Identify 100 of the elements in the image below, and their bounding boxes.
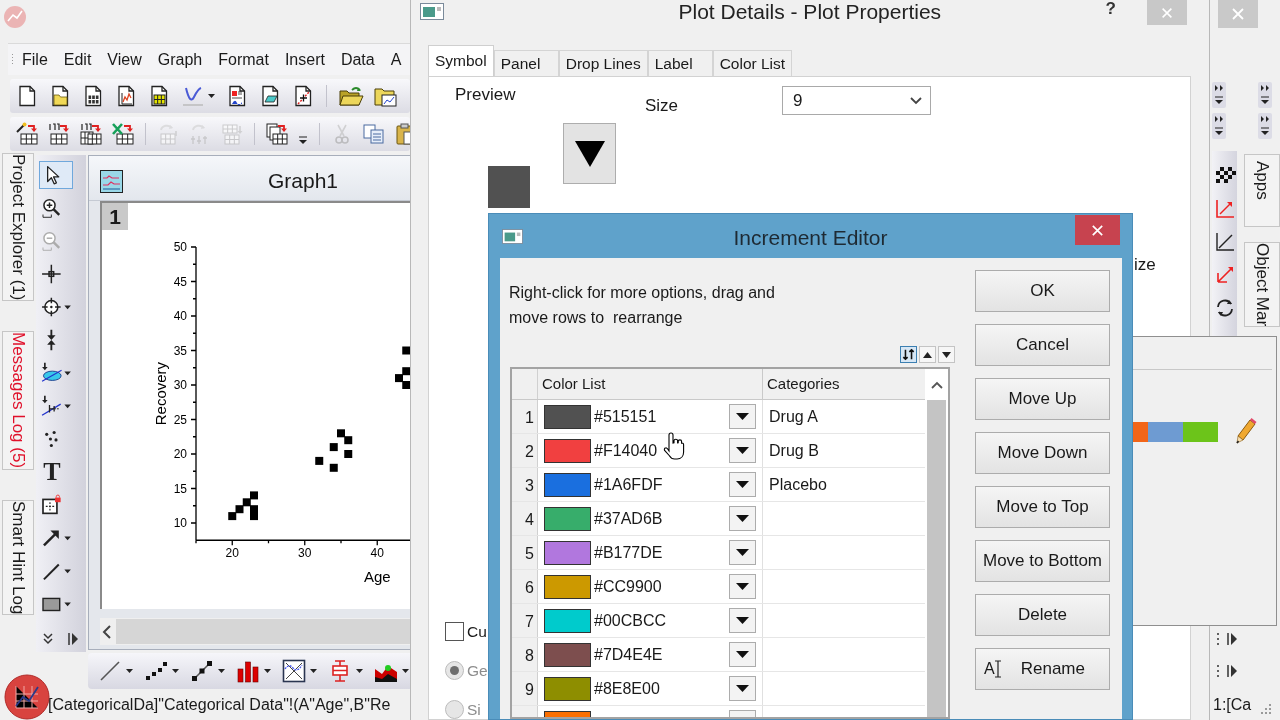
wand-table-icon[interactable] xyxy=(15,122,39,146)
dropdown-button[interactable] xyxy=(729,608,756,633)
dialog-button[interactable]: OK xyxy=(975,270,1110,312)
line-plot-icon[interactable] xyxy=(98,659,134,683)
row-number: 3 xyxy=(525,476,534,496)
dialog-button[interactable]: Move Down xyxy=(975,432,1110,474)
color-code: #515151 xyxy=(594,406,657,427)
dialog-button[interactable]: Move to Bottom xyxy=(975,540,1110,582)
overflow-chevrons-icon[interactable] xyxy=(43,632,53,646)
collapsed-toolbar-icon[interactable] xyxy=(1258,113,1272,139)
scrollbar-thumb[interactable] xyxy=(927,400,946,717)
dialog-button[interactable]: A Rename xyxy=(975,648,1110,690)
dialog-button[interactable]: Delete xyxy=(975,594,1110,636)
dropdown-button[interactable] xyxy=(729,642,756,667)
dropdown-button[interactable] xyxy=(729,574,756,599)
color-swatch-icon[interactable] xyxy=(1148,422,1183,442)
column-chart-icon[interactable] xyxy=(236,659,272,683)
menu-item[interactable]: Graph xyxy=(149,48,211,71)
checkbox[interactable] xyxy=(445,622,464,641)
menu-item[interactable]: A xyxy=(382,48,410,71)
text-tool[interactable]: T xyxy=(39,458,73,486)
category-cell[interactable] xyxy=(763,570,925,603)
tab[interactable]: Drop Lines xyxy=(558,50,648,76)
collapsed-toolbar-icon[interactable] xyxy=(1258,82,1272,108)
window-icon xyxy=(420,3,444,20)
function-curve-icon[interactable] xyxy=(180,84,216,108)
dropdown-button[interactable] xyxy=(729,676,756,701)
instructions-text: Right-click for more options, drag and move rows to rearrange xyxy=(509,283,776,328)
duplicate-table-icon[interactable] xyxy=(265,122,289,146)
axis-tick-label: 20 xyxy=(225,546,239,561)
side-tab[interactable]: Project Explorer (1) xyxy=(2,153,34,302)
chevron-up-icon[interactable] xyxy=(929,380,944,389)
expand-arrow-icon[interactable] xyxy=(67,632,79,646)
category-cell[interactable] xyxy=(763,536,925,569)
dialog-title: Plot Details - Plot Properties xyxy=(677,0,943,24)
dropdown-button[interactable] xyxy=(729,540,756,565)
symbol-button[interactable] xyxy=(563,123,616,184)
dialog-button[interactable]: Cancel xyxy=(975,324,1110,366)
grid-tool-button[interactable] xyxy=(938,346,955,363)
grid-tool-button[interactable] xyxy=(900,346,917,363)
dropdown-button[interactable] xyxy=(729,506,756,531)
side-tab[interactable]: Messages Log (5) xyxy=(2,331,34,470)
axes-arrow-icon[interactable] xyxy=(1213,198,1236,220)
category-cell[interactable] xyxy=(763,638,925,671)
collapsed-toolbar-icon[interactable] xyxy=(1212,82,1226,108)
caret-down-icon xyxy=(736,413,749,420)
window-title: Graph1 xyxy=(266,168,339,194)
tab[interactable]: Label xyxy=(647,50,713,76)
side-tab[interactable]: Object Mar xyxy=(1244,241,1280,327)
side-tab[interactable]: Apps xyxy=(1244,154,1280,227)
scatter-plot-icon[interactable] xyxy=(144,659,180,683)
category-cell[interactable] xyxy=(763,604,925,637)
tab[interactable]: Panel xyxy=(493,50,559,76)
expand-arrow-icon[interactable] xyxy=(1214,630,1238,648)
dialog-button[interactable]: Move to Top xyxy=(975,486,1110,528)
side-tab[interactable]: Smart Hint Log xyxy=(2,499,34,615)
category-cell[interactable]: Drug B xyxy=(763,434,925,467)
category-cell[interactable] xyxy=(763,502,925,535)
pencil-icon[interactable] xyxy=(1235,418,1257,446)
axis-tick-label: 15 xyxy=(173,481,187,496)
import-table-icon[interactable] xyxy=(47,122,71,146)
chevron-left-icon[interactable] xyxy=(102,623,112,640)
menu-item[interactable]: Format xyxy=(210,48,277,71)
category-cell[interactable] xyxy=(763,672,925,705)
menu-item[interactable]: Edit xyxy=(55,48,100,71)
axes-line-icon[interactable] xyxy=(1213,231,1236,253)
color-swatch-icon[interactable] xyxy=(1183,422,1218,442)
dropdown-button[interactable] xyxy=(729,404,756,429)
pointer-icon[interactable] xyxy=(39,161,73,189)
size-dropdown[interactable]: 9 xyxy=(782,86,931,115)
category-cell[interactable]: Placebo xyxy=(763,468,925,501)
dropdown-button[interactable] xyxy=(729,472,756,497)
row-number: 5 xyxy=(525,544,534,564)
category-cell[interactable]: Drug A xyxy=(763,400,925,433)
dropdown-button[interactable] xyxy=(729,438,756,463)
collapsed-toolbar-icon[interactable] xyxy=(1212,113,1226,139)
resize-grip-icon[interactable] xyxy=(1260,703,1272,715)
status-text: [CategoricalDa]"Categorical Data"!(A"Age",B"Re xyxy=(48,695,391,715)
expand-arrow-icon[interactable] xyxy=(1214,662,1238,680)
graph-template-icon[interactable] xyxy=(282,659,318,683)
layer-badge[interactable]: 1 xyxy=(102,203,128,230)
row-number: 8 xyxy=(525,646,534,666)
menu-item[interactable]: View xyxy=(99,48,150,71)
line-symbol-plot-icon[interactable] xyxy=(190,659,226,683)
menu-item[interactable]: Data xyxy=(332,48,383,71)
close-icon xyxy=(1160,5,1174,20)
caret-down-icon xyxy=(736,481,749,488)
open-folder-icon[interactable] xyxy=(338,84,364,108)
dialog-button[interactable]: Move Up xyxy=(975,378,1110,420)
tab[interactable]: Symbol xyxy=(428,45,494,76)
help-button[interactable]: ? xyxy=(1105,0,1116,18)
color-swatch-icon[interactable] xyxy=(1133,422,1148,442)
tab[interactable]: Color List xyxy=(712,50,793,76)
chart-logo-icon[interactable] xyxy=(4,674,50,720)
grid-tool-button[interactable] xyxy=(919,346,936,363)
close-button[interactable] xyxy=(1075,215,1120,245)
import-tables-icon[interactable] xyxy=(79,122,103,146)
menu-item[interactable]: File xyxy=(14,48,56,71)
spreadsheet-import-icon[interactable] xyxy=(111,122,135,146)
menu-item[interactable]: Insert xyxy=(276,48,333,71)
